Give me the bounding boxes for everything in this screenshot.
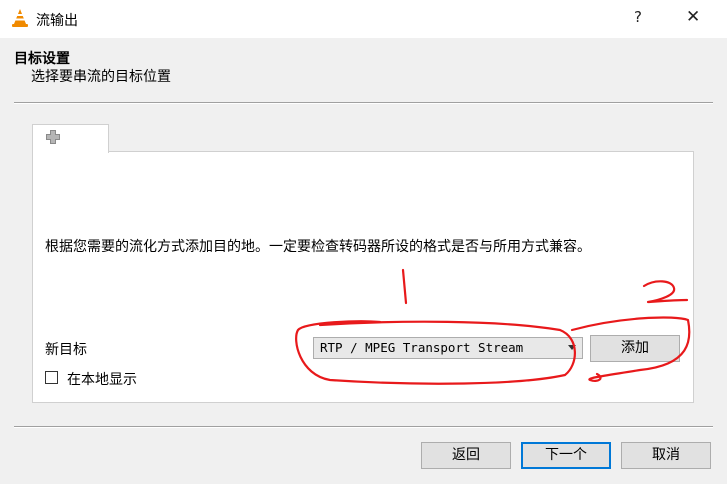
page-subtitle: 选择要串流的目标位置	[31, 69, 171, 85]
back-button[interactable]: 返回	[421, 442, 511, 469]
destination-select[interactable]: RTP / MPEG Transport Stream	[313, 337, 583, 359]
tab-add-destination[interactable]	[32, 124, 109, 153]
footer-divider	[14, 426, 713, 428]
add-button[interactable]: 添加	[590, 335, 680, 362]
local-display-checkbox[interactable]	[45, 371, 58, 384]
window-title: 流输出	[36, 13, 78, 29]
page-title: 目标设置	[14, 51, 70, 67]
help-button[interactable]: ?	[634, 8, 642, 26]
local-display-label[interactable]: 在本地显示	[67, 369, 137, 389]
next-button[interactable]: 下一个	[521, 442, 611, 469]
vlc-cone-icon	[12, 9, 28, 27]
plus-icon	[46, 130, 60, 144]
info-text: 根据您需要的流化方式添加目的地。一定要检查转码器所设的格式是否与所用方式兼容。	[45, 239, 591, 255]
destination-select-value: RTP / MPEG Transport Stream	[320, 340, 524, 355]
destination-panel: 根据您需要的流化方式添加目的地。一定要检查转码器所设的格式是否与所用方式兼容。 …	[32, 151, 694, 403]
chevron-down-icon	[568, 345, 576, 350]
new-target-label: 新目标	[45, 342, 87, 358]
cancel-button[interactable]: 取消	[621, 442, 711, 469]
header-divider	[14, 102, 713, 104]
title-bar: 流输出 ? ✕	[0, 0, 727, 38]
close-button[interactable]: ✕	[686, 7, 700, 27]
